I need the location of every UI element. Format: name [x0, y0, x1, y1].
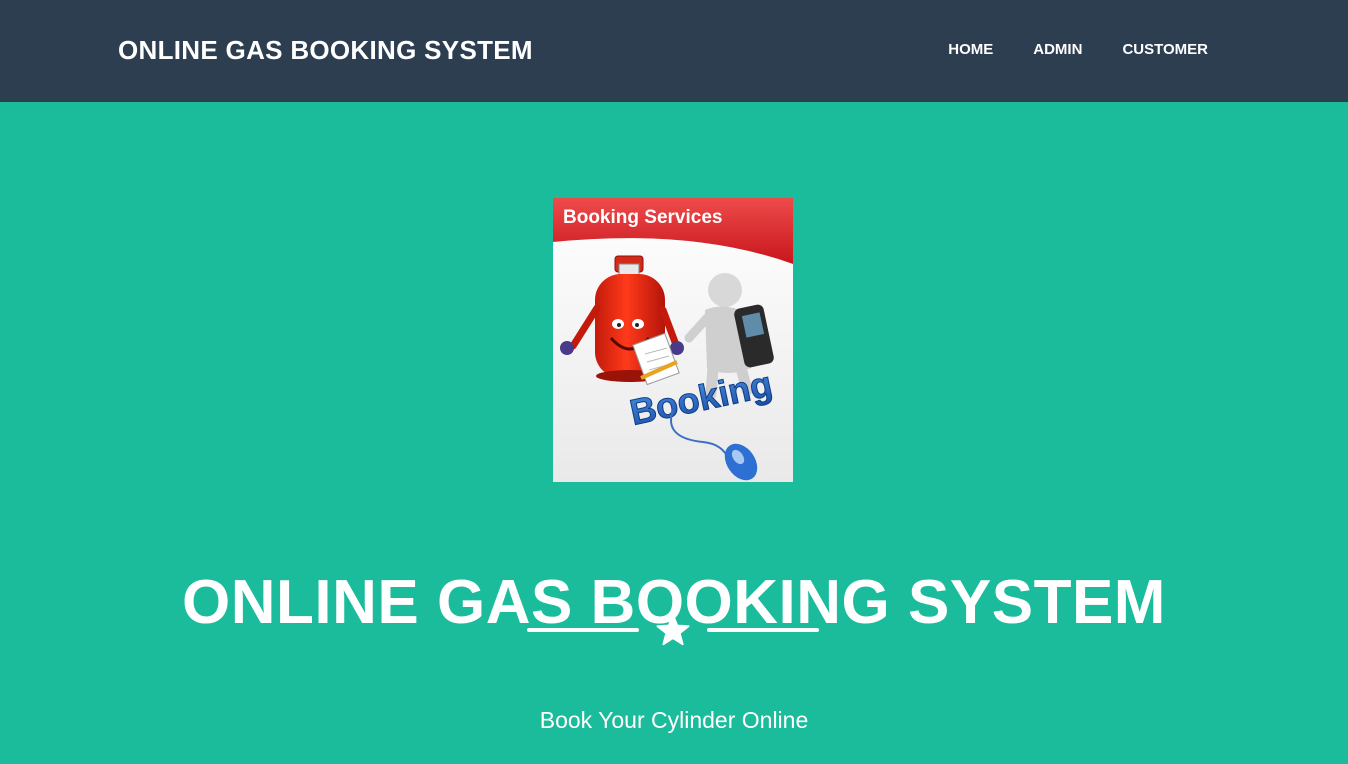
booking-services-image: Booking Booking Services: [553, 198, 793, 482]
nav-home-link[interactable]: HOME: [948, 40, 993, 60]
nav-admin-link[interactable]: ADMIN: [1033, 40, 1082, 60]
star-divider: [527, 614, 819, 646]
navbar: ONLINE GAS BOOKING SYSTEM HOME ADMIN CUS…: [0, 0, 1348, 102]
divider-line-left: [527, 628, 639, 632]
nav-menu: HOME ADMIN CUSTOMER: [948, 40, 1208, 60]
brand-link[interactable]: ONLINE GAS BOOKING SYSTEM: [118, 33, 533, 67]
nav-customer-link[interactable]: CUSTOMER: [1122, 40, 1208, 60]
star-icon: [655, 614, 691, 646]
subtitle: Book Your Cylinder Online: [539, 707, 809, 733]
masthead: Booking Booking Services ONLINE GAS BOOK…: [0, 102, 1348, 764]
image-caption: Booking Services: [563, 207, 723, 228]
divider-line-right: [707, 628, 819, 632]
